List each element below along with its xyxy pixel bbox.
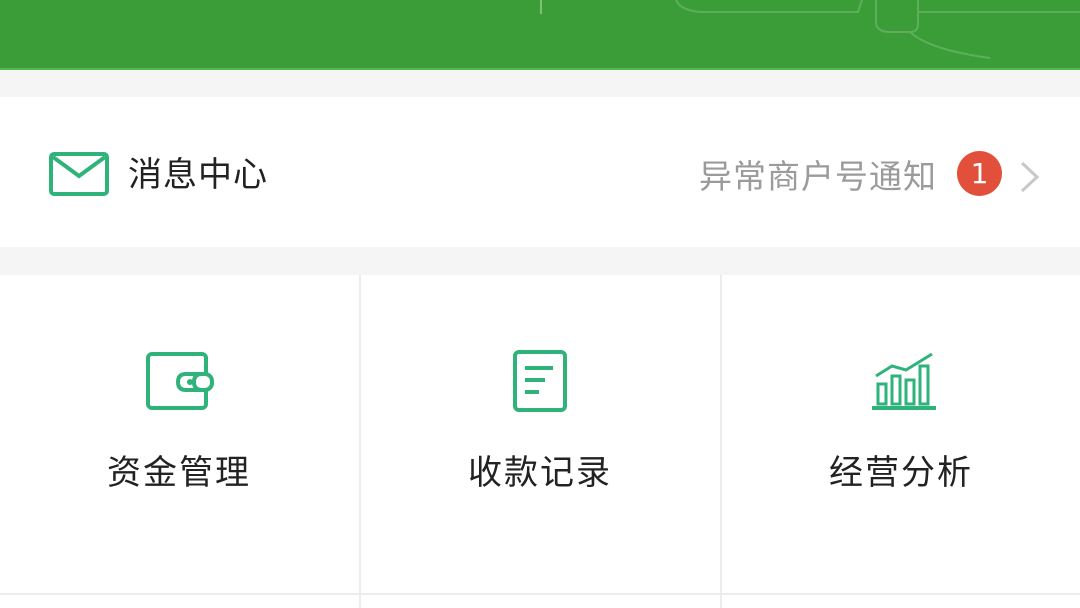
tile-fund-management[interactable]	[0, 275, 358, 593]
app-page: 消息中心 异常商户号通知 1 资金管理 收款记录 经营分析	[0, 0, 1080, 608]
tile-label-payment-records: 收款记录	[468, 453, 612, 493]
wallet-icon	[146, 352, 214, 410]
bar-chart-icon	[872, 352, 936, 410]
unread-count-badge: 1	[957, 151, 1002, 196]
grid-divider	[720, 275, 722, 608]
tile-label-business-analysis: 经营分析	[829, 453, 973, 493]
envelope-icon	[49, 152, 109, 196]
grid-divider	[359, 275, 361, 608]
header-banner	[0, 0, 1080, 70]
grid-divider	[0, 593, 1080, 595]
tile-business-analysis[interactable]	[722, 275, 1080, 593]
chevron-right-icon[interactable]	[1018, 160, 1042, 194]
document-icon	[513, 350, 567, 412]
message-center-title: 消息中心	[128, 155, 268, 195]
tile-payment-records[interactable]	[361, 275, 719, 593]
abnormal-merchant-notice[interactable]: 异常商户号通知	[699, 152, 937, 202]
tile-label-fund-management: 资金管理	[107, 453, 251, 493]
banner-decoration	[540, 0, 1080, 59]
